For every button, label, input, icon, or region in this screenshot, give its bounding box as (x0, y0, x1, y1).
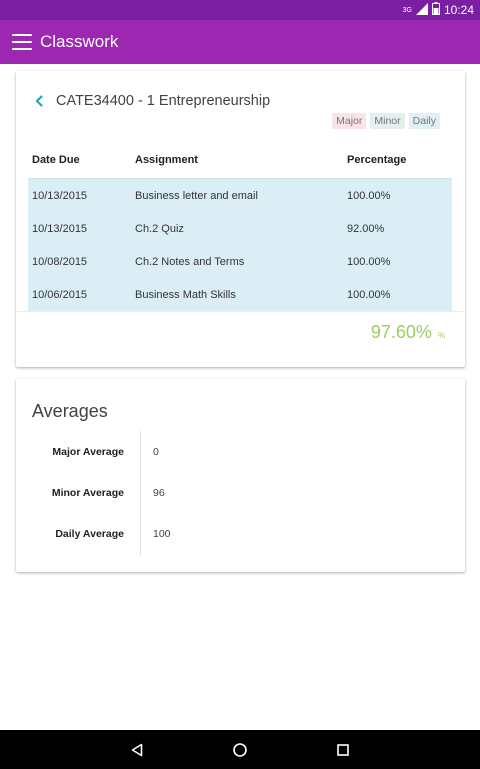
battery-icon (431, 2, 440, 18)
course-total: 97.60% % (371, 322, 445, 343)
recents-square-icon[interactable] (329, 736, 357, 764)
legend-minor: Minor (370, 113, 405, 129)
averages-title: Averages (32, 401, 108, 421)
average-label: Minor Average (51, 486, 124, 499)
course-title: CATE34400 - 1 Entrepreneurship (56, 93, 271, 109)
cell-percentage: 100.00% (347, 288, 391, 301)
cell-percentage: 100.00% (347, 189, 391, 202)
grades-table: Date Due Assignment Percentage 10/13/201… (28, 141, 452, 311)
legend-major: Major (332, 113, 367, 129)
category-legend: Major Minor Daily (332, 113, 440, 129)
menu-icon[interactable] (12, 34, 32, 50)
column-header-date: Date Due (32, 153, 80, 166)
cell-percentage: 100.00% (347, 255, 391, 268)
signal-icon (415, 2, 428, 18)
table-header: Date Due Assignment Percentage (28, 141, 452, 179)
cell-date: 10/08/2015 (32, 255, 88, 268)
clock-text: 10:24 (443, 3, 474, 17)
cell-date: 10/13/2015 (32, 189, 88, 202)
system-navigation-bar (0, 730, 480, 769)
page-title: Classwork (40, 32, 119, 51)
table-row[interactable]: 10/06/2015 Business Math Skills 100.00% (28, 278, 452, 311)
back-triangle-icon[interactable] (123, 736, 151, 764)
back-chevron-icon[interactable] (34, 93, 48, 109)
cell-assignment: Business Math Skills (135, 288, 236, 301)
network-type-label: 3G (402, 6, 412, 14)
column-header-percentage: Percentage (347, 153, 407, 166)
averages-card: Averages Major Average 0 Minor Average 9… (16, 379, 465, 572)
divider (140, 431, 141, 555)
average-row-daily: Daily Average 100 (32, 513, 452, 554)
cell-assignment: Business letter and email (135, 189, 258, 202)
home-circle-icon[interactable] (226, 736, 254, 764)
cell-date: 10/13/2015 (32, 222, 88, 235)
cell-assignment: Ch.2 Quiz (135, 222, 184, 235)
average-row-minor: Minor Average 96 (32, 472, 452, 513)
average-value: 0 (153, 445, 159, 458)
course-card: CATE34400 - 1 Entrepreneurship Major Min… (16, 71, 465, 367)
average-label: Daily Average (55, 527, 124, 540)
average-value: 100 (153, 527, 171, 540)
legend-daily: Daily (408, 113, 440, 129)
total-percentage: 97.60% (370, 322, 432, 342)
cell-assignment: Ch.2 Notes and Terms (135, 255, 245, 268)
averages-table: Major Average 0 Minor Average 96 Daily A… (32, 431, 452, 555)
status-bar: 3G 10:24 (0, 0, 480, 20)
cell-percentage: 92.00% (347, 222, 385, 235)
column-header-assignment: Assignment (135, 153, 198, 166)
table-row[interactable]: 10/13/2015 Ch.2 Quiz 92.00% (28, 212, 452, 245)
total-unit: % (437, 331, 445, 340)
divider (16, 311, 465, 312)
cell-date: 10/06/2015 (32, 288, 88, 301)
average-label: Major Average (52, 445, 124, 458)
app-bar: Classwork (0, 20, 480, 64)
table-row[interactable]: 10/08/2015 Ch.2 Notes and Terms 100.00% (28, 245, 452, 278)
average-value: 96 (153, 486, 165, 499)
average-row-major: Major Average 0 (32, 431, 452, 472)
course-header: CATE34400 - 1 Entrepreneurship (34, 93, 270, 109)
table-row[interactable]: 10/13/2015 Business letter and email 100… (28, 179, 452, 212)
